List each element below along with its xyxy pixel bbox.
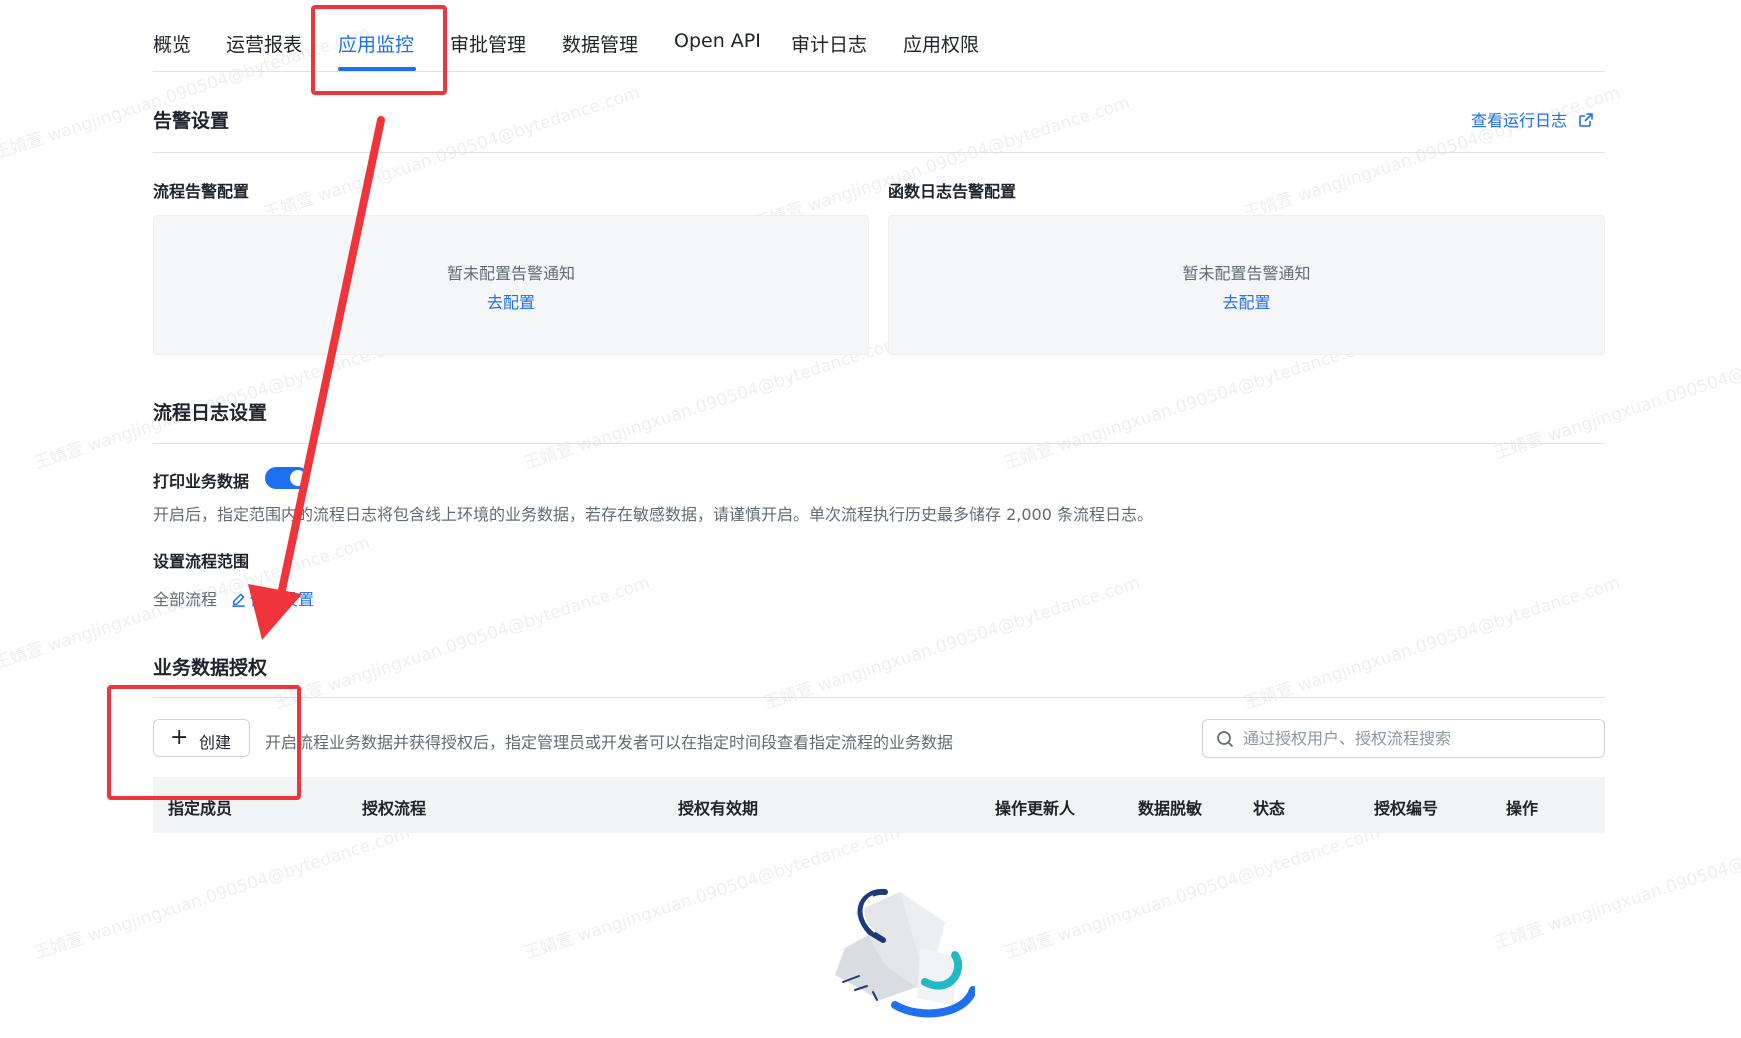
flow-alert-config-title: 流程告警配置 bbox=[153, 182, 250, 201]
watermark-text: 王婧萱 wangjingxuan.090504@bytedance.com bbox=[761, 572, 1143, 714]
tab-operations-report[interactable]: 运营报表 bbox=[226, 30, 302, 57]
function-alert-empty-text: 暂未配置告警通知 bbox=[1182, 264, 1311, 283]
alert-divider bbox=[153, 152, 1605, 153]
business-data-auth-title: 业务数据授权 bbox=[153, 657, 268, 679]
print-business-data-label: 打印业务数据 bbox=[153, 472, 250, 491]
watermark-text: 王婧萱 wangjingxuan.090504@bytedance.com bbox=[751, 92, 1133, 234]
column-header-validity: 授权有效期 bbox=[678, 799, 759, 818]
create-button-label: 创建 bbox=[199, 733, 232, 752]
column-header-auth-id: 授权编号 bbox=[1374, 799, 1439, 818]
active-tab-indicator bbox=[338, 67, 416, 71]
flow-alert-empty-text: 暂未配置告警通知 bbox=[446, 264, 575, 283]
external-link-icon bbox=[1579, 113, 1593, 127]
tab-app-monitoring[interactable]: 应用监控 bbox=[338, 30, 414, 57]
auth-search-box bbox=[1202, 719, 1605, 758]
flow-alert-config-link[interactable]: 去配置 bbox=[154, 289, 868, 313]
function-alert-config-title: 函数日志告警配置 bbox=[888, 182, 1017, 201]
watermark-text: 王婧萱 wangjingxuan.090504@bytedance.com bbox=[31, 822, 413, 964]
auth-description: 开启流程业务数据并获得授权后，指定管理员或开发者可以在指定时间段查看指定流程的业… bbox=[265, 733, 954, 752]
tab-approval-management[interactable]: 审批管理 bbox=[450, 30, 526, 57]
column-header-masking: 数据脱敏 bbox=[1138, 799, 1203, 818]
tab-app-permissions[interactable]: 应用权限 bbox=[903, 30, 979, 57]
view-run-logs-link[interactable]: 查看运行日志 bbox=[1471, 107, 1594, 131]
toggle-knob bbox=[290, 470, 306, 486]
edit-scope-link[interactable]: 修改设置 bbox=[231, 586, 314, 610]
column-header-updater: 操作更新人 bbox=[995, 799, 1076, 818]
column-header-status: 状态 bbox=[1253, 799, 1286, 818]
column-header-flow: 授权流程 bbox=[362, 799, 427, 818]
alert-settings-title: 告警设置 bbox=[153, 110, 230, 132]
plus-icon: + bbox=[170, 725, 189, 750]
auth-divider bbox=[153, 697, 1605, 698]
print-business-data-toggle[interactable] bbox=[265, 467, 309, 489]
edit-pencil-icon bbox=[232, 593, 245, 607]
edit-scope-label: 修改设置 bbox=[250, 590, 315, 609]
empty-state-illustration bbox=[835, 888, 975, 1018]
tab-overview[interactable]: 概览 bbox=[153, 30, 191, 57]
flow-scope-label: 设置流程范围 bbox=[153, 552, 250, 571]
function-alert-config-link[interactable]: 去配置 bbox=[889, 289, 1604, 313]
watermark-text: 王婧萱 wangjingxuan.090504@bytedance.com bbox=[261, 82, 643, 224]
print-business-data-description: 开启后，指定范围内的流程日志将包含线上环境的业务数据，若存在敏感数据，请谨慎开启… bbox=[153, 505, 1153, 524]
watermark-text: 王婧萱 wangjingxuan.090504@bytedance.com bbox=[1001, 822, 1383, 964]
flow-alert-empty-panel: 暂未配置告警通知 去配置 bbox=[153, 215, 869, 355]
watermark-text: 王婧萱 wangjingxuan.090504@bytedance.com bbox=[271, 572, 653, 714]
column-header-actions: 操作 bbox=[1506, 799, 1539, 818]
auth-table-header: 指定成员 授权流程 授权有效期 操作更新人 数据脱敏 状态 授权编号 操作 bbox=[153, 777, 1605, 833]
column-header-member: 指定成员 bbox=[168, 799, 233, 818]
search-icon bbox=[1217, 731, 1233, 747]
flow-log-divider bbox=[153, 443, 1605, 444]
watermark-text: 王婧萱 wangjingxuan.090504@bytedance.com bbox=[1241, 82, 1623, 224]
tab-data-management[interactable]: 数据管理 bbox=[562, 30, 638, 57]
tab-open-api[interactable]: Open API bbox=[674, 30, 761, 52]
watermark-text: 王婧萱 wangjingxuan.090504@bytedance.com bbox=[1241, 572, 1623, 714]
flow-scope-value: 全部流程 bbox=[153, 590, 218, 609]
tab-audit-log[interactable]: 审计日志 bbox=[791, 30, 867, 57]
auth-search-input[interactable] bbox=[1243, 720, 1598, 757]
top-tab-bar: 概览 运营报表 应用监控 审批管理 数据管理 Open API 审计日志 应用权… bbox=[153, 0, 1605, 72]
function-alert-empty-panel: 暂未配置告警通知 去配置 bbox=[888, 215, 1605, 355]
create-authorization-button[interactable]: + 创建 bbox=[153, 719, 250, 757]
view-run-logs-label: 查看运行日志 bbox=[1471, 111, 1568, 130]
flow-log-settings-title: 流程日志设置 bbox=[153, 402, 268, 424]
